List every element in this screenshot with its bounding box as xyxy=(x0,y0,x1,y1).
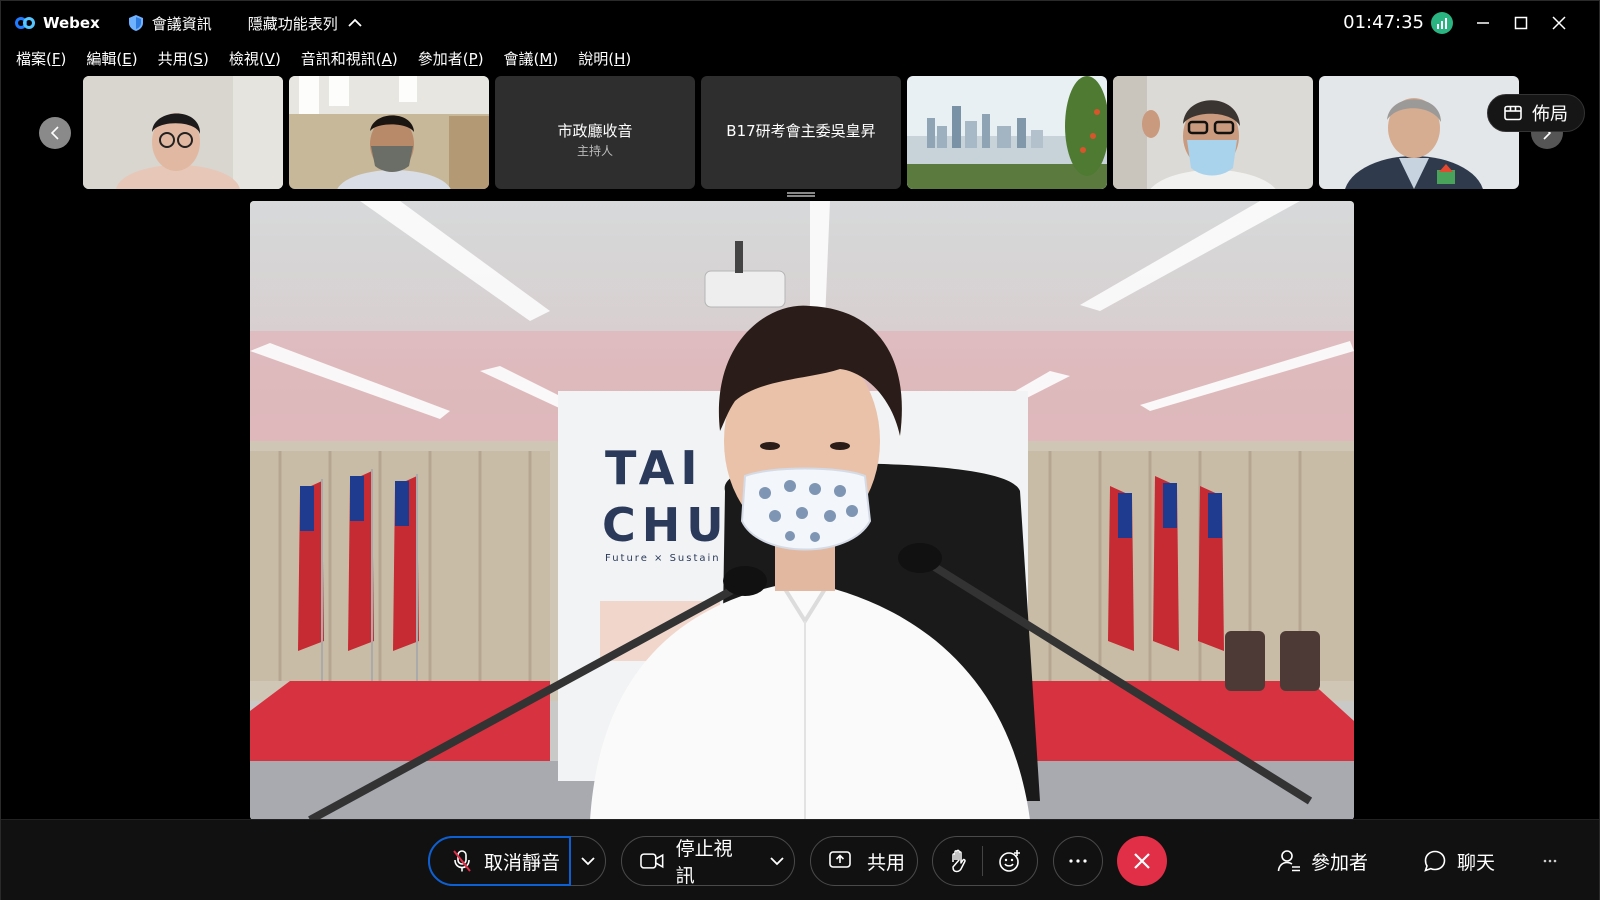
chat-bubble-icon xyxy=(1424,850,1446,872)
menu-help[interactable]: 說明(H) xyxy=(578,48,631,69)
microphone-muted-icon xyxy=(453,850,471,872)
menu-file[interactable]: 檔案(F) xyxy=(16,48,66,69)
strip-resize-handle[interactable] xyxy=(787,192,815,197)
chevron-up-icon xyxy=(348,18,362,27)
chevron-down-icon xyxy=(581,857,595,866)
share-label: 共用 xyxy=(867,851,906,874)
menu-meeting[interactable]: 會議(M) xyxy=(504,48,559,69)
participant-tile-audio-only[interactable]: B17研考會主委吳皇昇 xyxy=(701,76,901,189)
more-options-button[interactable] xyxy=(1053,836,1103,886)
participants-button[interactable]: 參加者 xyxy=(1277,836,1368,886)
raise-hand-icon xyxy=(951,849,966,873)
participant-video xyxy=(1319,76,1519,189)
menu-view[interactable]: 檢視(V) xyxy=(229,48,281,69)
participant-video xyxy=(83,76,283,189)
close-icon xyxy=(1552,16,1566,30)
menu-participants[interactable]: 參加者(P) xyxy=(418,48,484,69)
smiley-reaction-icon xyxy=(998,850,1020,872)
participant-role: 主持人 xyxy=(576,144,613,158)
participants-icon xyxy=(1277,850,1300,872)
app-brand: Webex xyxy=(15,14,100,32)
chat-label: 聊天 xyxy=(1457,851,1496,874)
maximize-button[interactable] xyxy=(1509,11,1533,35)
more-horizontal-icon xyxy=(1543,859,1557,863)
layout-label: 佈局 xyxy=(1532,104,1568,125)
minimize-icon xyxy=(1477,22,1489,24)
chevron-down-icon xyxy=(770,857,784,866)
meeting-timer: 01:47:35 xyxy=(1343,12,1424,33)
layout-icon xyxy=(1504,105,1522,121)
more-horizontal-icon xyxy=(1069,859,1087,863)
webex-meeting-window: Webex 會議資訊 隱藏功能表列 01:47:35 檔案(F) 編輯(E) 共… xyxy=(0,0,1600,900)
participant-video-tile[interactable] xyxy=(83,76,283,189)
participants-label: 參加者 xyxy=(1311,851,1369,874)
reactions-button[interactable] xyxy=(998,849,1022,873)
video-camera-icon xyxy=(640,853,664,869)
app-name: Webex xyxy=(43,14,100,32)
participant-video xyxy=(1113,76,1313,189)
close-icon xyxy=(1134,853,1150,869)
participant-name: 市政廳收音 xyxy=(557,122,633,140)
meeting-info-label: 會議資訊 xyxy=(151,14,212,33)
share-button[interactable]: 共用 xyxy=(810,836,918,886)
menu-share[interactable]: 共用(S) xyxy=(158,48,209,69)
menu-bar: 檔案(F) 編輯(E) 共用(S) 檢視(V) 音訊和視訊(A) 參加者(P) … xyxy=(16,48,631,69)
speaker-video-frame: TAI CHU Future × Sustain xyxy=(250,201,1354,820)
chat-button[interactable]: 聊天 xyxy=(1423,836,1495,886)
leave-meeting-button[interactable] xyxy=(1117,836,1167,886)
unmute-label: 取消靜音 xyxy=(484,851,561,874)
meeting-info-button[interactable]: 會議資訊 xyxy=(128,13,212,34)
participant-video-tile[interactable] xyxy=(1113,76,1313,189)
reactions-group xyxy=(932,836,1038,886)
layout-button[interactable]: 佈局 xyxy=(1487,94,1585,132)
menu-audio-video[interactable]: 音訊和視訊(A) xyxy=(301,48,398,69)
participant-video xyxy=(289,76,489,189)
close-window-button[interactable] xyxy=(1547,11,1571,35)
participant-video-tile[interactable] xyxy=(1319,76,1519,189)
video-options-dropdown[interactable] xyxy=(761,837,794,885)
participant-video xyxy=(907,76,1107,189)
chevron-left-icon xyxy=(50,126,59,140)
raise-hand-button[interactable] xyxy=(949,849,967,873)
menu-edit[interactable]: 編輯(E) xyxy=(86,48,137,69)
participant-video-tile[interactable] xyxy=(907,76,1107,189)
thumbnail-prev-button[interactable] xyxy=(39,117,71,149)
backdrop-text-line1: TAI xyxy=(605,441,704,495)
panel-overflow-button[interactable] xyxy=(1543,836,1557,886)
network-signal-icon[interactable] xyxy=(1431,12,1453,34)
unmute-button[interactable]: 取消靜音 xyxy=(428,836,572,886)
stop-video-button[interactable]: 停止視訊 xyxy=(621,836,795,887)
backdrop-text-line2: CHU xyxy=(602,498,730,552)
divider xyxy=(981,846,983,876)
maximize-icon xyxy=(1514,16,1528,30)
share-screen-icon xyxy=(829,851,851,868)
hide-menu-bar-button[interactable]: 隱藏功能表列 xyxy=(248,13,362,34)
shield-icon xyxy=(128,15,143,31)
backdrop-tagline: Future × Sustain xyxy=(605,553,721,564)
title-bar: Webex 會議資訊 隱藏功能表列 01:47:35 xyxy=(1,1,1599,45)
active-speaker-video[interactable]: TAI CHU Future × Sustain xyxy=(250,201,1354,820)
webex-logo-icon xyxy=(15,15,37,31)
participant-tile-audio-only[interactable]: 市政廳收音 主持人 xyxy=(495,76,695,189)
thumbnail-strip: 市政廳收音 主持人 B17研考會主委吳皇昇 xyxy=(83,76,1519,190)
participant-name: B17研考會主委吳皇昇 xyxy=(726,122,876,140)
audio-options-dropdown[interactable] xyxy=(571,837,605,885)
minimize-button[interactable] xyxy=(1471,11,1495,35)
stop-video-label: 停止視訊 xyxy=(675,838,733,887)
participant-video-tile[interactable] xyxy=(289,76,489,189)
hide-menu-label: 隱藏功能表列 xyxy=(247,14,338,33)
unmute-control: 取消靜音 xyxy=(428,836,606,886)
meeting-control-bar: 取消靜音 停止視訊 共用 參加者 聊天 xyxy=(1,819,1599,900)
